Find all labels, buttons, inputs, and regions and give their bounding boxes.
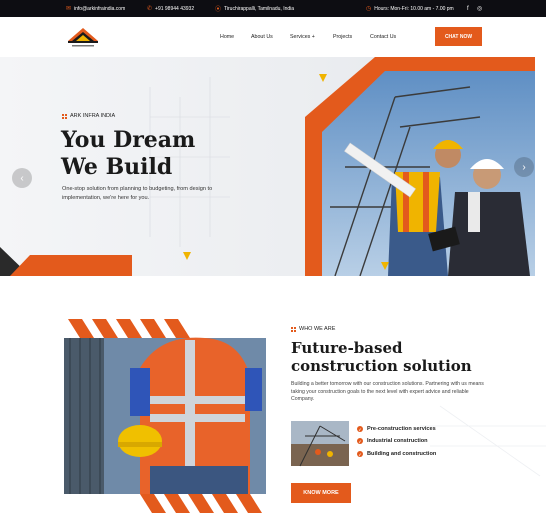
hero-title-line1: You Dream xyxy=(61,127,196,153)
check-icon: ✓ xyxy=(357,426,363,432)
location-pin-icon: ⦿ xyxy=(215,7,222,13)
check-icon: ✓ xyxy=(357,451,363,457)
nav-projects[interactable]: Projects xyxy=(333,34,352,40)
email-link[interactable]: ✉ info@arkinfraindia.com xyxy=(66,0,125,17)
nav-services[interactable]: Services + xyxy=(290,34,315,40)
know-more-button[interactable]: KNOW MORE xyxy=(291,483,351,503)
phone-icon: ✆ xyxy=(147,6,153,12)
nav-about-us[interactable]: About Us xyxy=(251,34,273,40)
slider-next-arrow[interactable]: › xyxy=(514,157,534,177)
phone-link[interactable]: ✆ +91 98944 43932 xyxy=(147,0,194,17)
top-bar: ✉ info@arkinfraindia.com ✆ +91 98944 439… xyxy=(0,0,546,17)
hero-eyebrow-text: ARK INFRA INDIA xyxy=(70,113,116,119)
instagram-icon[interactable]: ◎ xyxy=(477,0,482,17)
main-navbar: Home About Us Services + Projects Contac… xyxy=(0,17,546,57)
email-text: info@arkinfraindia.com xyxy=(74,5,126,12)
chat-now-button[interactable]: CHAT NOW xyxy=(435,27,482,46)
dots-icon xyxy=(62,113,67,119)
nav-contact-us[interactable]: Contact Us xyxy=(370,34,396,40)
slider-prev-arrow[interactable]: ‹ xyxy=(12,168,32,188)
phone-text: +91 98944 43932 xyxy=(155,5,195,12)
hours-text: Hours: Mon-Fri: 10.00 am - 7.00 pm xyxy=(374,5,454,12)
hero-eyebrow: ARK INFRA INDIA xyxy=(62,113,115,119)
about-description: Building a better tomorrow with our cons… xyxy=(291,381,484,403)
location-text: Tiruchirappalli, Tamilnadu, India xyxy=(224,5,295,12)
nav-home[interactable]: Home xyxy=(220,34,234,40)
feature-item: ✓ Industrial construction xyxy=(357,438,428,444)
feature-item: ✓ Pre-construction services xyxy=(357,426,436,432)
company-logo[interactable] xyxy=(64,25,102,51)
clock-icon: ◷ xyxy=(366,6,372,12)
feature-label: Pre-construction services xyxy=(367,426,436,432)
feature-label: Industrial construction xyxy=(367,438,428,444)
about-eyebrow: WHO WE ARE xyxy=(291,326,335,332)
hours-info: ◷ Hours: Mon-Fri: 10.00 am - 7.00 pm xyxy=(366,0,454,17)
hero-title: You Dream We Build xyxy=(61,127,195,181)
about-eyebrow-text: WHO WE ARE xyxy=(299,326,336,332)
feature-label: Building and construction xyxy=(367,451,437,457)
check-icon: ✓ xyxy=(357,438,363,444)
hero-title-line2: We Build xyxy=(61,154,173,180)
dots-icon xyxy=(291,326,296,332)
facebook-icon[interactable]: f xyxy=(467,0,469,17)
mail-icon: ✉ xyxy=(66,6,72,12)
location-info: ⦿ Tiruchirappalli, Tamilnadu, India xyxy=(215,0,294,17)
hero-subtitle: One-stop solution from planning to budge… xyxy=(62,186,213,201)
about-title: Future-based construction solution xyxy=(291,339,472,375)
feature-item: ✓ Building and construction xyxy=(357,451,436,457)
